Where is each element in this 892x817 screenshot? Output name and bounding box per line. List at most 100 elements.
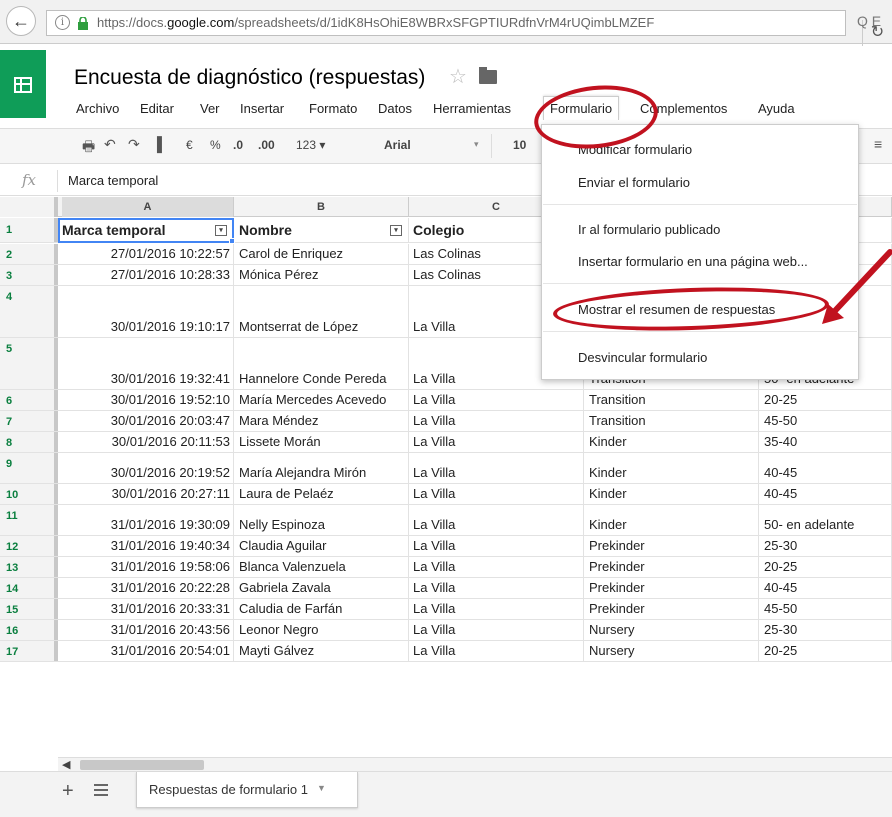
number-format-button[interactable]: 123 ▾ [296,138,325,152]
cell-marca-temporal[interactable]: 30/01/2016 20:27:11 [62,484,234,504]
all-sheets-icon[interactable] [94,784,108,796]
info-icon[interactable]: i [55,15,70,30]
menu-formato[interactable]: Formato [309,101,357,116]
sheet-tab[interactable]: Respuestas de formulario 1 ▼ [136,772,358,808]
print-icon[interactable]: 🖶 [82,136,95,160]
cell-nombre[interactable]: Carol de Enriquez [234,244,409,264]
cell-marca-temporal[interactable]: 30/01/2016 19:52:10 [62,390,234,410]
row-number[interactable]: 17 [0,641,58,661]
filter-icon[interactable]: ▾ [390,225,402,236]
menu-datos[interactable]: Datos [378,101,412,116]
cell-nombre[interactable]: Caludia de Farfán [234,599,409,619]
cell-grado[interactable]: Transition [584,411,759,431]
cell-marca-temporal[interactable]: 27/01/2016 10:28:33 [62,265,234,285]
filter-icon[interactable]: ▾ [215,225,227,236]
cell-edad[interactable]: 20-25 [759,641,892,661]
menu-item-desvincular-formulario[interactable]: Desvincular formulario [578,350,707,365]
cell-colegio[interactable]: La Villa [409,536,584,556]
cell-marca-temporal[interactable]: 30/01/2016 20:19:52 [62,453,234,483]
cell-grado[interactable]: Kinder [584,484,759,504]
percent-button[interactable]: % [210,138,221,152]
back-arrow-icon[interactable]: ← [6,6,36,36]
cell-nombre[interactable]: Montserrat de López [234,286,409,337]
cell-marca-temporal[interactable]: 31/01/2016 19:40:34 [62,536,234,556]
cell-nombre[interactable]: Mayti Gálvez [234,641,409,661]
cell-nombre[interactable]: Lissete Morán [234,432,409,452]
formula-input[interactable]: Marca temporal [68,173,158,188]
cell-edad[interactable]: 45-50 [759,599,892,619]
row-number[interactable]: 3 [0,265,58,285]
cell-marca-temporal[interactable]: 31/01/2016 19:30:09 [62,505,234,535]
star-icon[interactable]: ☆ [449,64,467,89]
cell-marca-temporal[interactable]: 30/01/2016 19:32:41 [62,338,234,389]
font-size-select[interactable]: 10 [505,134,541,158]
cell-colegio[interactable]: La Villa [409,390,584,410]
cell-nombre[interactable]: Laura de Pelaéz [234,484,409,504]
scroll-left-icon[interactable]: ◀ [62,758,70,771]
cell-nombre[interactable]: Gabriela Zavala [234,578,409,598]
cell-edad[interactable]: 45-50 [759,411,892,431]
row-number[interactable]: 2 [0,244,58,264]
menu-item-enviar-formulario[interactable]: Enviar el formulario [578,175,690,190]
sheets-logo-icon[interactable] [0,50,46,118]
column-header-b[interactable]: B [234,197,409,217]
row-number[interactable]: 16 [0,620,58,640]
row-number[interactable]: 8 [0,432,58,452]
cell-grado[interactable]: Kinder [584,505,759,535]
cell-grado[interactable]: Prekinder [584,599,759,619]
cell-colegio[interactable]: La Villa [409,641,584,661]
row-number[interactable]: 4 [0,286,58,337]
row-number[interactable]: 14 [0,578,58,598]
cell-marca-temporal[interactable]: 31/01/2016 20:43:56 [62,620,234,640]
cell-marca-temporal[interactable]: 30/01/2016 20:11:53 [62,432,234,452]
cell-marca-temporal[interactable]: 31/01/2016 20:33:31 [62,599,234,619]
select-all-corner[interactable] [0,197,58,217]
scrollbar-thumb[interactable] [80,760,204,770]
row-number[interactable]: 10 [0,484,58,504]
cell-colegio[interactable]: La Villa [409,505,584,535]
currency-button[interactable]: € [186,138,193,152]
cell-colegio[interactable]: La Villa [409,453,584,483]
column-header-a[interactable]: A [62,197,234,217]
row-number[interactable]: 6 [0,390,58,410]
menu-herramientas[interactable]: Herramientas [433,101,541,116]
cell-nombre[interactable]: Claudia Aguilar [234,536,409,556]
horizontal-scrollbar[interactable]: ◀ [58,757,892,771]
cell-marca-temporal[interactable]: 31/01/2016 20:22:28 [62,578,234,598]
cell-marca-temporal[interactable]: 30/01/2016 20:03:47 [62,411,234,431]
cell-nombre[interactable]: María Mercedes Acevedo [234,390,409,410]
row-number[interactable]: 13 [0,557,58,577]
menu-ayuda[interactable]: Ayuda [758,101,795,116]
cell-nombre[interactable]: Nelly Espinoza [234,505,409,535]
cell-nombre[interactable]: Hannelore Conde Pereda [234,338,409,389]
cell-grado[interactable]: Kinder [584,453,759,483]
cell-nombre[interactable]: Blanca Valenzuela [234,557,409,577]
header-cell-marca-temporal[interactable]: Marca temporal ▾ [62,218,234,242]
cell-edad[interactable]: 25-30 [759,620,892,640]
folder-icon[interactable] [479,67,497,84]
cell-edad[interactable]: 40-45 [759,453,892,483]
cell-edad[interactable]: 40-45 [759,484,892,504]
font-select[interactable]: Arial ▾ [370,134,492,158]
cell-grado[interactable]: Prekinder [584,536,759,556]
cell-nombre[interactable]: Mara Méndez [234,411,409,431]
cell-grado[interactable]: Nursery [584,641,759,661]
row-number[interactable]: 1 [0,218,58,242]
undo-icon[interactable]: ↶ [104,136,116,153]
cell-colegio[interactable]: La Villa [409,557,584,577]
menu-insertar[interactable]: Insertar [240,101,284,116]
cell-edad[interactable]: 50- en adelante [759,505,892,535]
row-number[interactable]: 15 [0,599,58,619]
row-number[interactable]: 11 [0,505,58,535]
decrease-decimals-button[interactable]: .0 [233,138,243,152]
menu-editar[interactable]: Editar [140,101,174,116]
chevron-down-icon[interactable]: ▼ [317,783,326,793]
cell-grado[interactable]: Prekinder [584,578,759,598]
search-icon[interactable]: Q E [857,13,881,29]
menu-item-ir-formulario-publicado[interactable]: Ir al formulario publicado [578,222,720,237]
add-sheet-icon[interactable]: + [62,780,74,803]
cell-colegio[interactable]: La Villa [409,620,584,640]
cell-edad[interactable]: 20-25 [759,557,892,577]
cell-edad[interactable]: 40-45 [759,578,892,598]
cell-grado[interactable]: Nursery [584,620,759,640]
